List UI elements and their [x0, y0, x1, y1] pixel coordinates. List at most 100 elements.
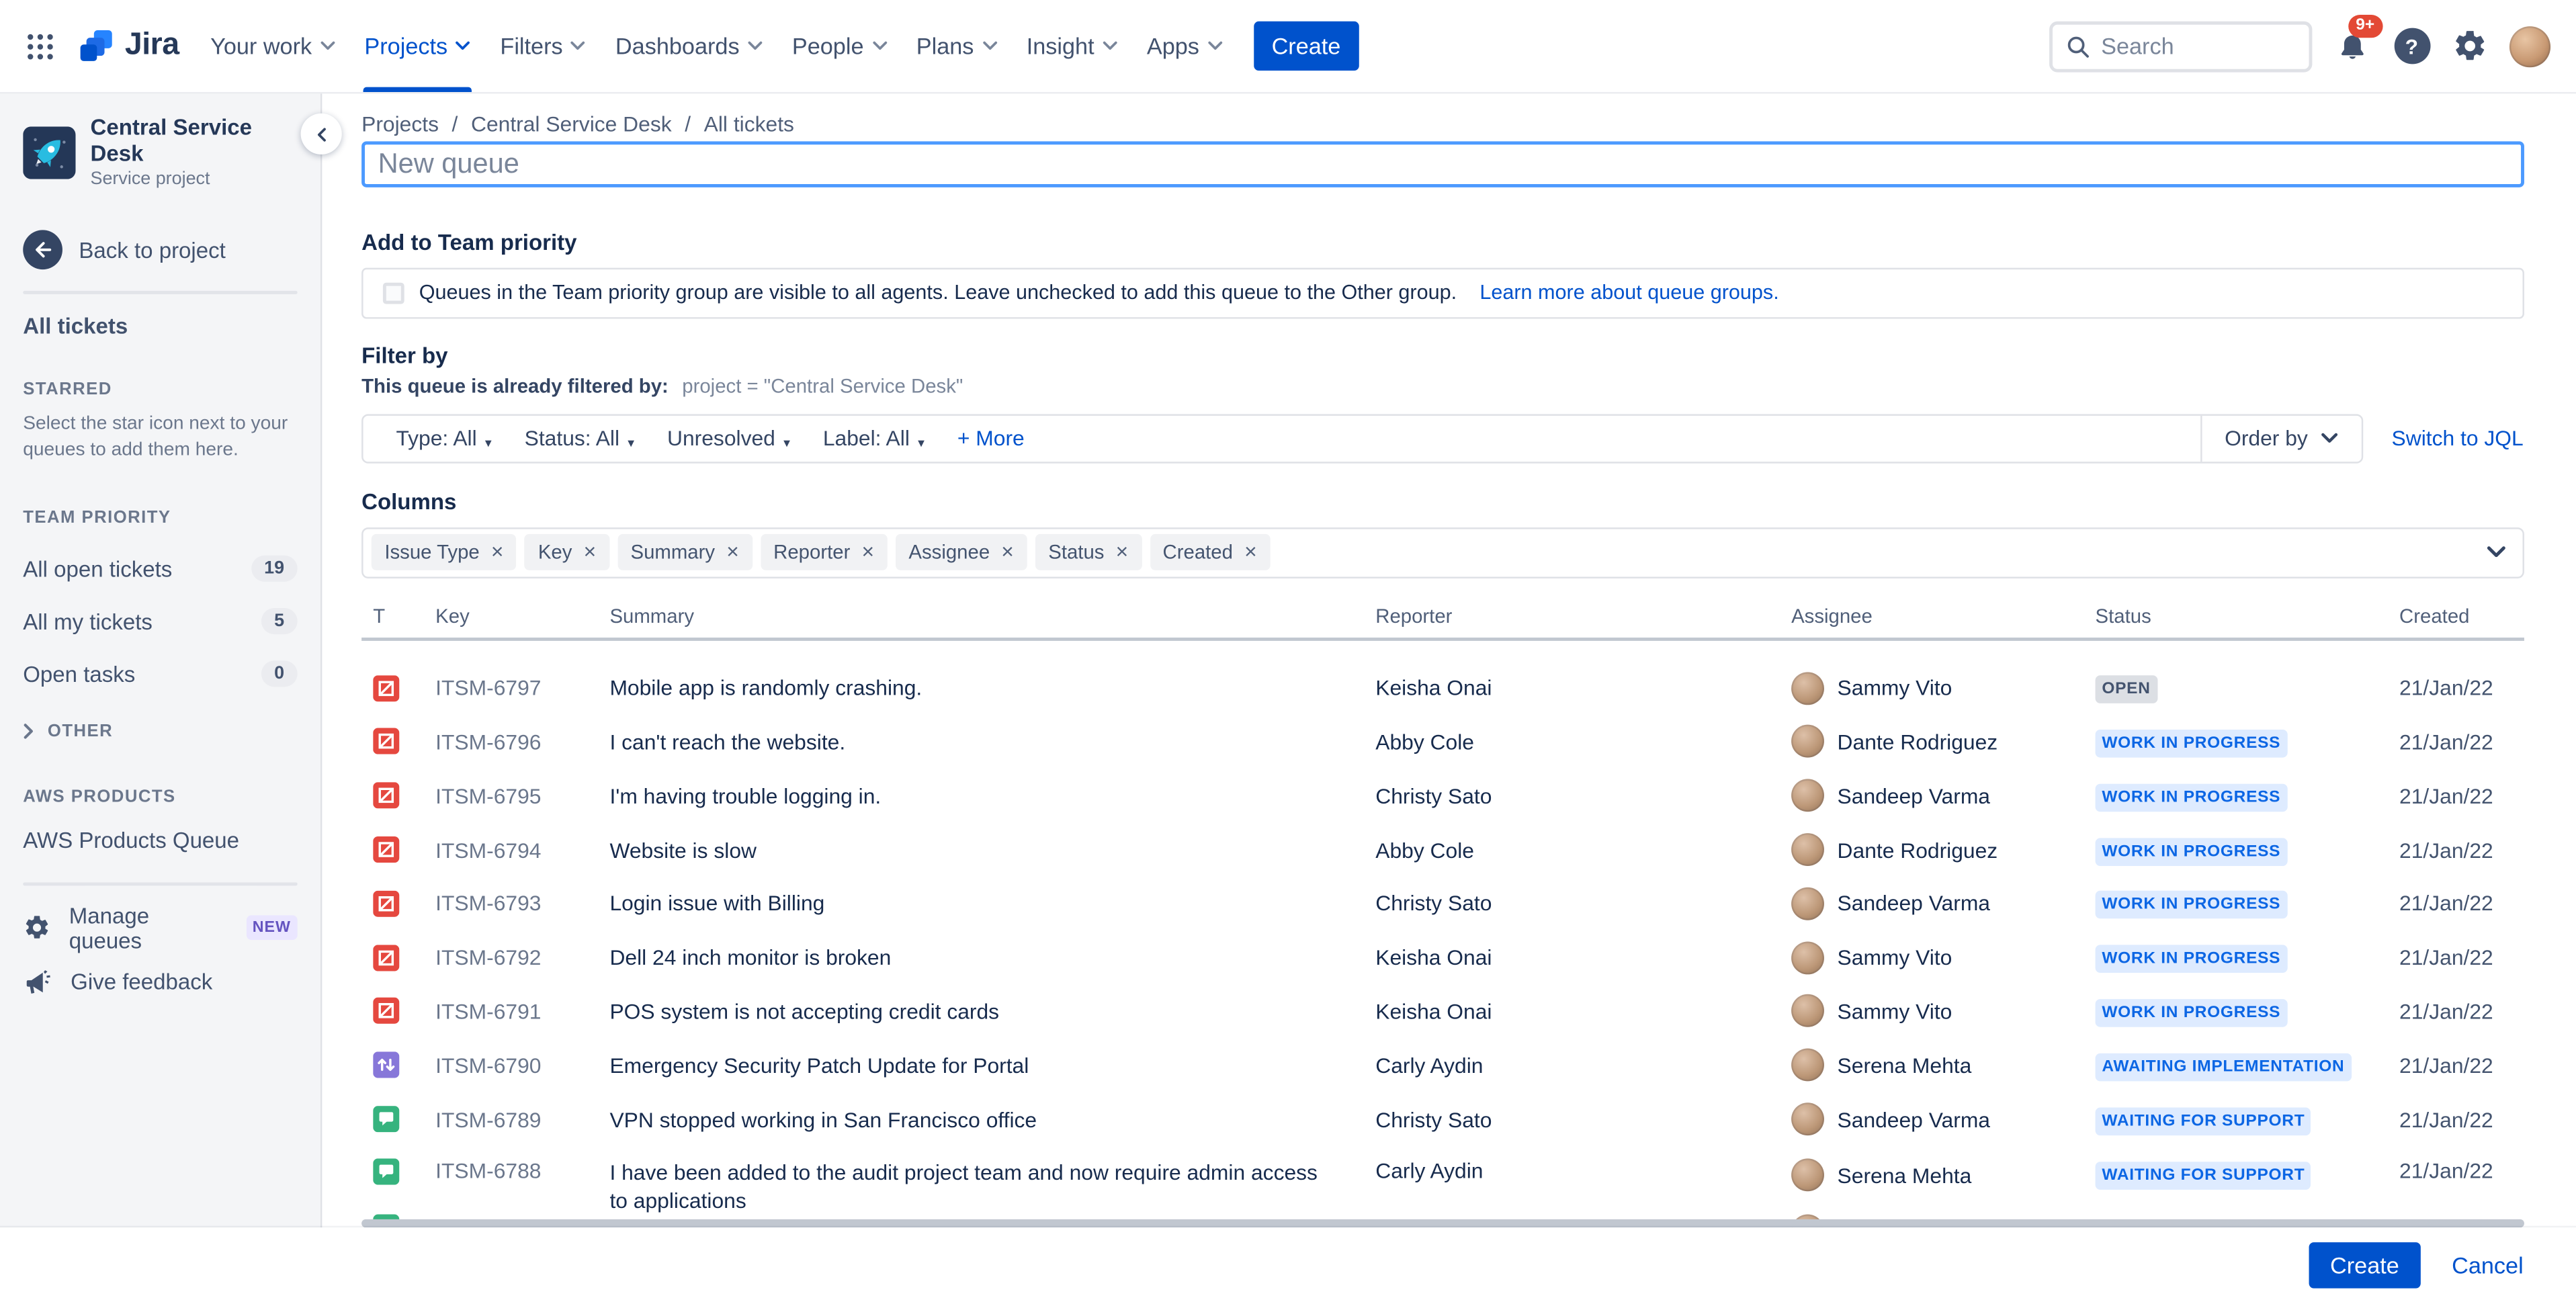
nav-item-label: Apps	[1146, 32, 1199, 60]
sidebar-item-open-tasks[interactable]: Open tasks 0	[23, 648, 298, 700]
chevron-down-icon	[872, 41, 887, 51]
filter-dropdown-label[interactable]: Label: All ▾	[806, 426, 941, 451]
issue-key[interactable]: ITSM-6788	[435, 1146, 609, 1184]
table-row[interactable]: ITSM-6790 Emergency Security Patch Update…	[361, 1038, 2524, 1092]
reporter-name: Abby Cole	[1375, 729, 1474, 754]
chip-remove-icon[interactable]: ×	[726, 541, 739, 563]
column-header-created: Created	[2399, 605, 2470, 628]
horizontal-scrollbar[interactable]	[361, 1219, 2524, 1229]
user-avatar[interactable]	[2508, 25, 2550, 67]
sidebar-item-all-tickets[interactable]: All tickets	[23, 314, 297, 339]
filter-dropdown-status[interactable]: Status: All ▾	[508, 426, 650, 451]
queue-name-input[interactable]	[361, 141, 2524, 187]
table-row[interactable]: ITSM-6797 Mobile app is randomly crashing…	[361, 661, 2524, 715]
issue-summary[interactable]: I can't reach the website.	[609, 728, 1375, 756]
switch-to-jql-link[interactable]: Switch to JQL	[2392, 426, 2524, 451]
nav-item-projects[interactable]: Projects	[349, 0, 485, 92]
breadcrumb-item[interactable]: All tickets	[704, 112, 794, 136]
issue-key[interactable]: ITSM-6794	[435, 837, 609, 862]
table-row[interactable]: ITSM-6793 Login issue with Billing Christy…	[361, 877, 2524, 930]
queue-groups-link[interactable]: Learn more about queue groups.	[1479, 281, 1778, 304]
chip-remove-icon[interactable]: ×	[1001, 541, 1014, 563]
filter-by-heading: Filter by	[361, 343, 448, 367]
issue-type-incident-icon	[373, 782, 400, 809]
issue-summary[interactable]: Mobile app is randomly crashing.	[609, 674, 1375, 702]
reporter-name: Carly Aydin	[1375, 1159, 1484, 1184]
table-row[interactable]: ITSM-6789 VPN stopped working in San Fran…	[361, 1092, 2524, 1146]
issue-summary[interactable]: Emergency Security Patch Update for Port…	[609, 1051, 1375, 1080]
issue-type-cell	[361, 944, 435, 971]
sidebar-collapse-button[interactable]	[300, 113, 342, 155]
issue-summary[interactable]: I have been added to the audit project t…	[609, 1146, 1375, 1215]
column-header-summary: Summary	[609, 605, 695, 628]
create-issue-button[interactable]: Create	[1253, 21, 1359, 71]
issue-summary[interactable]: I'm having trouble logging in.	[609, 782, 1375, 810]
queue-label: Open tasks	[23, 662, 136, 687]
nav-item-apps[interactable]: Apps	[1132, 0, 1237, 92]
sidebar-item-all-open-tickets[interactable]: All open tickets 19	[23, 543, 298, 595]
chip-remove-icon[interactable]: ×	[584, 541, 597, 563]
notifications-bell-icon[interactable]: 9+	[2333, 15, 2383, 66]
order-by-button[interactable]: Order by	[2200, 415, 2362, 462]
sidebar-section-other[interactable]: OTHER	[23, 722, 297, 742]
issue-key[interactable]: ITSM-6792	[435, 945, 609, 970]
table-row[interactable]: ITSM-6792 Dell 24 inch monitor is broken K…	[361, 930, 2524, 984]
manage-queues-item[interactable]: Manage queues NEW	[23, 901, 298, 955]
back-to-project[interactable]: Back to project	[23, 230, 297, 270]
nav-item-insight[interactable]: Insight	[1012, 0, 1132, 92]
issue-key[interactable]: ITSM-6791	[435, 999, 609, 1024]
status-badge: WORK IN PROGRESS	[2095, 729, 2288, 758]
nav-item-dashboards[interactable]: Dashboards	[601, 0, 777, 92]
created-date: 21/Jan/22	[2399, 891, 2493, 916]
chip-remove-icon[interactable]: ×	[861, 541, 874, 563]
give-feedback-item[interactable]: Give feedback	[23, 955, 297, 1010]
nav-item-filters[interactable]: Filters	[485, 0, 601, 92]
issue-summary[interactable]: VPN stopped working in San Francisco off…	[609, 1105, 1375, 1133]
settings-gear-icon[interactable]	[2451, 28, 2487, 64]
help-icon[interactable]: ?	[2393, 28, 2430, 64]
filter-dropdown-type[interactable]: Type: All ▾	[380, 426, 508, 451]
team-priority-checkbox[interactable]	[382, 281, 404, 304]
jira-logo[interactable]: Jira	[79, 28, 179, 64]
project-header[interactable]: Central Service Desk Service project	[23, 115, 297, 189]
table-row[interactable]: ITSM-6788 I have been added to the audit …	[361, 1146, 2524, 1215]
issue-key[interactable]: ITSM-6795	[435, 783, 609, 808]
table-row[interactable]: ITSM-6794 Website is slow Abby Cole Dante R…	[361, 822, 2524, 876]
filter-dropdown-unresolved[interactable]: Unresolved ▾	[651, 426, 807, 451]
issue-summary[interactable]: Dell 24 inch monitor is broken	[609, 943, 1375, 971]
issue-key[interactable]: ITSM-6790	[435, 1053, 609, 1078]
issue-summary[interactable]: POS system is not accepting credit cards	[609, 997, 1375, 1025]
issue-key[interactable]: ITSM-6796	[435, 730, 609, 754]
issue-summary[interactable]: Login issue with Billing	[609, 889, 1375, 918]
table-row[interactable]: ITSM-6796 I can't reach the website. Abby …	[361, 715, 2524, 769]
cancel-button[interactable]: Cancel	[2452, 1252, 2524, 1278]
status-badge: WORK IN PROGRESS	[2095, 998, 2288, 1027]
issue-key[interactable]: ITSM-6793	[435, 891, 609, 916]
sidebar-item-all-my-tickets[interactable]: All my tickets 5	[23, 595, 298, 648]
sidebar-item-aws-products-queue[interactable]: AWS Products Queue	[23, 828, 297, 853]
table-row[interactable]: ITSM-6795 I'm having trouble logging in. C…	[361, 769, 2524, 822]
create-queue-button[interactable]: Create	[2309, 1242, 2421, 1289]
issue-summary[interactable]: Website is slow	[609, 836, 1375, 864]
breadcrumb-item[interactable]: Projects	[361, 112, 439, 136]
more-filters-button[interactable]: + More	[941, 426, 1041, 451]
table-row[interactable]: ITSM-6791 POS system is not accepting cre…	[361, 984, 2524, 1038]
chip-remove-icon[interactable]: ×	[1116, 541, 1129, 563]
dropdown-arrow-icon: ▾	[628, 435, 635, 451]
nav-item-your-work[interactable]: Your work	[196, 0, 349, 92]
issue-type-incident-icon	[373, 728, 400, 755]
nav-item-label: Your work	[210, 32, 312, 60]
search-input[interactable]	[2101, 32, 2295, 60]
nav-item-people[interactable]: People	[777, 0, 902, 92]
filter-dropdown-label: Type: All	[396, 425, 477, 451]
chip-remove-icon[interactable]: ×	[491, 541, 504, 563]
chip-remove-icon[interactable]: ×	[1244, 541, 1257, 563]
assignee-cell: Sandeep Varma	[1791, 1102, 2095, 1136]
issue-key[interactable]: ITSM-6789	[435, 1106, 609, 1131]
issue-key[interactable]: ITSM-6797	[435, 676, 609, 701]
app-switcher-icon[interactable]	[23, 30, 56, 62]
nav-item-plans[interactable]: Plans	[902, 0, 1012, 92]
breadcrumb-item[interactable]: Central Service Desk	[471, 112, 672, 136]
columns-select[interactable]: Issue Type × Key × Summary × Reporter × Assignee…	[361, 526, 2524, 579]
chevron-down-icon[interactable]	[2485, 546, 2505, 560]
